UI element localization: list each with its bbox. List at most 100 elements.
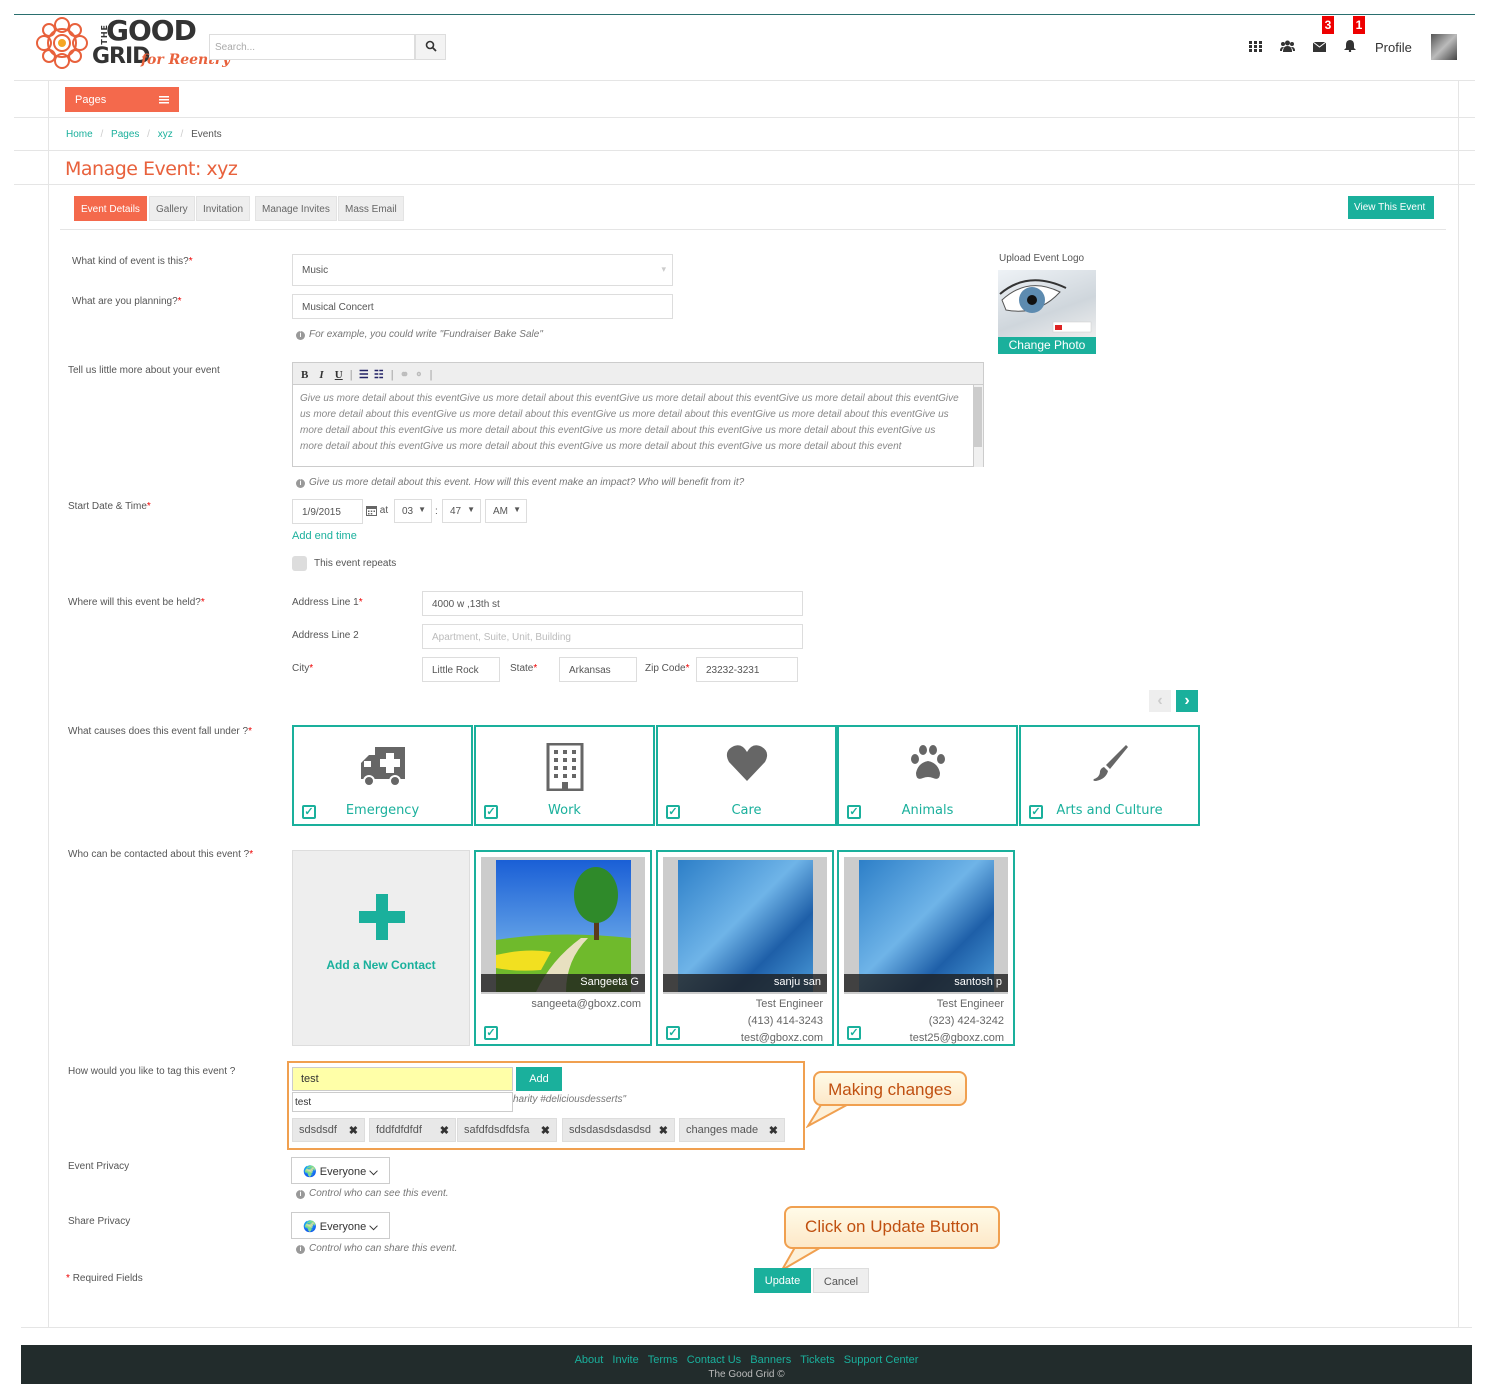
avatar[interactable] xyxy=(1431,34,1457,60)
footer: About Invite Terms Contact Us Banners Ti… xyxy=(21,1345,1472,1384)
minute-select[interactable]: 47 ▼ xyxy=(442,499,481,523)
cause-care[interactable]: ✓ Care xyxy=(656,725,837,826)
planning-input[interactable]: Musical Concert xyxy=(292,294,673,319)
tab-manage-invites[interactable]: Manage Invites xyxy=(255,196,337,221)
top-border xyxy=(14,14,1475,15)
addr2-label: Address Line 2 xyxy=(292,630,359,641)
envelope-icon[interactable] xyxy=(1311,40,1327,56)
footer-link-banners[interactable]: Banners xyxy=(750,1354,791,1366)
cancel-button[interactable]: Cancel xyxy=(813,1268,869,1293)
number-list-icon[interactable]: ☷ xyxy=(374,369,384,381)
underline-icon[interactable]: U xyxy=(335,369,343,381)
state-label: State* xyxy=(510,663,538,674)
cause-arts-and-culture[interactable]: ✓ Arts and Culture xyxy=(1019,725,1200,826)
start-date-input[interactable]: 1/9/2015 xyxy=(292,499,363,524)
contact-card-santosh[interactable]: santosh p Test Engineer (323) 424-3242 t… xyxy=(837,850,1015,1046)
causes-prev-button[interactable]: ‹ xyxy=(1149,690,1171,712)
close-icon[interactable]: ✖ xyxy=(349,1124,358,1137)
close-icon[interactable]: ✖ xyxy=(440,1124,449,1137)
repeats-checkbox[interactable] xyxy=(292,556,307,571)
description-editor[interactable]: B I U | ☰ ☷ | ⚭ ⚬ | Give us more detail … xyxy=(292,362,984,467)
tag-suggestion[interactable]: test xyxy=(292,1092,513,1112)
bullet-list-icon[interactable]: ☰ xyxy=(359,369,369,381)
tab-mass-email[interactable]: Mass Email xyxy=(338,196,404,221)
italic-icon[interactable]: I xyxy=(319,369,323,381)
causes-next-button[interactable]: › xyxy=(1176,690,1198,712)
contact-name: Sangeeta G xyxy=(481,974,645,992)
checkbox-checked-icon[interactable]: ✓ xyxy=(847,1026,861,1040)
date-picker[interactable]: at xyxy=(366,505,388,516)
footer-link-contact[interactable]: Contact Us xyxy=(687,1354,741,1366)
contact-card-sanju[interactable]: sanju san Test Engineer (413) 414-3243 t… xyxy=(656,850,834,1046)
contact-name: santosh p xyxy=(844,974,1008,992)
chevron-down-icon: ⌵ xyxy=(369,1221,378,1233)
change-photo-button[interactable]: Change Photo xyxy=(998,337,1096,354)
close-icon[interactable]: ✖ xyxy=(659,1124,668,1137)
contact-card-sangeeta[interactable]: Sangeeta G sangeeta@gboxz.com ✓ xyxy=(474,850,652,1046)
kind-select[interactable]: Music ▾ xyxy=(292,254,673,286)
breadcrumb-xyz[interactable]: xyz xyxy=(158,129,173,140)
tab-gallery[interactable]: Gallery xyxy=(149,196,195,221)
pages-label: Pages xyxy=(75,94,107,106)
ampm-select[interactable]: AM ▼ xyxy=(485,499,527,523)
link-icon[interactable]: ⚭ xyxy=(400,369,409,381)
info-icon: i xyxy=(296,479,305,488)
contact-email: test25@gboxz.com xyxy=(909,1032,1004,1044)
zip-input[interactable]: 23232-3231 xyxy=(696,657,798,682)
share-privacy-select[interactable]: 🌍 Everyone ⌵ xyxy=(291,1212,390,1239)
making-changes-callout: Making changes xyxy=(813,1071,967,1106)
title-divider xyxy=(14,184,1475,185)
chevron-right-icon: › xyxy=(1184,692,1190,709)
left-rule xyxy=(48,80,49,1328)
checkbox-checked-icon[interactable]: ✓ xyxy=(484,1026,498,1040)
search-input[interactable]: Search... xyxy=(209,34,415,60)
footer-link-invite[interactable]: Invite xyxy=(612,1354,638,1366)
add-contact-card[interactable]: Add a New Contact xyxy=(292,850,470,1046)
state-input[interactable]: Arkansas xyxy=(559,657,637,682)
cause-animals[interactable]: ✓ Animals xyxy=(837,725,1018,826)
close-icon[interactable]: ✖ xyxy=(541,1124,550,1137)
plus-icon xyxy=(359,894,405,940)
city-input[interactable]: Little Rock xyxy=(422,657,500,682)
pages-menu-button[interactable]: Pages xyxy=(65,87,179,112)
repeats-label: This event repeats xyxy=(314,558,397,569)
address-line-2-input[interactable]: Apartment, Suite, Unit, Building xyxy=(422,624,803,649)
hamburger-icon xyxy=(159,96,169,104)
close-icon[interactable]: ✖ xyxy=(769,1124,778,1137)
cause-work[interactable]: ✓ Work xyxy=(474,725,655,826)
update-button[interactable]: Update xyxy=(754,1268,811,1293)
hour-select[interactable]: 03 ▼ xyxy=(394,499,432,523)
footer-link-tickets[interactable]: Tickets xyxy=(800,1354,834,1366)
breadcrumb-home[interactable]: Home xyxy=(66,129,93,140)
logo-the: THE xyxy=(100,24,109,45)
causes-label: What causes does this event fall under ?… xyxy=(68,726,253,737)
view-event-button[interactable]: View This Event xyxy=(1348,196,1434,219)
add-end-time-link[interactable]: Add end time xyxy=(292,530,357,542)
tab-invitation[interactable]: Invitation xyxy=(196,196,251,221)
landscape-image xyxy=(496,860,631,992)
tag-input[interactable]: test xyxy=(292,1067,513,1091)
event-privacy-select[interactable]: 🌍 Everyone ⌵ xyxy=(291,1157,390,1184)
footer-link-terms[interactable]: Terms xyxy=(648,1354,678,1366)
search-button[interactable] xyxy=(415,34,446,60)
users-icon[interactable] xyxy=(1279,40,1295,56)
address-line-1-input[interactable]: 4000 w ,13th st xyxy=(422,591,803,616)
breadcrumb-pages[interactable]: Pages xyxy=(111,129,139,140)
add-tag-button[interactable]: Add xyxy=(516,1067,562,1091)
where-label: Where will this event be held?* xyxy=(68,597,205,608)
profile-link[interactable]: Profile xyxy=(1375,40,1412,55)
tag-chip: safdfdsdfdsfa ✖ xyxy=(457,1118,557,1142)
share-hint: i Control who can share this event. xyxy=(296,1243,457,1254)
footer-link-about[interactable]: About xyxy=(575,1354,604,1366)
editor-body[interactable]: Give us more detail about this eventGive… xyxy=(293,385,983,467)
bell-icon[interactable] xyxy=(1342,40,1358,56)
apps-grid-icon[interactable] xyxy=(1247,40,1263,56)
footer-link-support[interactable]: Support Center xyxy=(844,1354,919,1366)
cause-emergency[interactable]: ✓ Emergency xyxy=(292,725,473,826)
unlink-icon[interactable]: ⚬ xyxy=(414,369,423,381)
editor-scroll-thumb[interactable] xyxy=(974,387,982,447)
bold-icon[interactable]: B xyxy=(301,369,308,381)
tab-event-details[interactable]: Event Details xyxy=(74,196,147,221)
checkbox-checked-icon[interactable]: ✓ xyxy=(666,1026,680,1040)
upload-logo-label: Upload Event Logo xyxy=(999,253,1085,264)
